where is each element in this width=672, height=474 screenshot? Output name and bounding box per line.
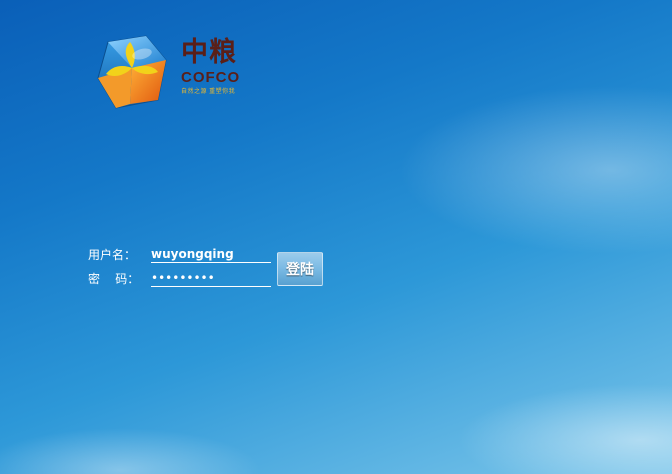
brand-text: 中粮 COFCO 自然之源 重塑你我: [181, 38, 240, 96]
cofco-logo: 中粮 COFCO 自然之源 重塑你我: [94, 34, 254, 112]
login-button[interactable]: 登陆: [277, 252, 323, 286]
brand-tagline: 自然之源 重塑你我: [181, 89, 236, 95]
username-input[interactable]: [151, 246, 271, 263]
password-input[interactable]: [151, 270, 271, 287]
password-label: 密 码：: [88, 272, 140, 286]
password-row: 密 码：: [88, 270, 288, 290]
cofco-cube-logo-icon: [97, 35, 167, 109]
username-row: 用户名：: [88, 246, 288, 266]
brand-name-cn: 中粮: [181, 37, 237, 68]
brand-name-en: COFCO: [181, 69, 241, 86]
username-label: 用户名：: [88, 248, 137, 262]
